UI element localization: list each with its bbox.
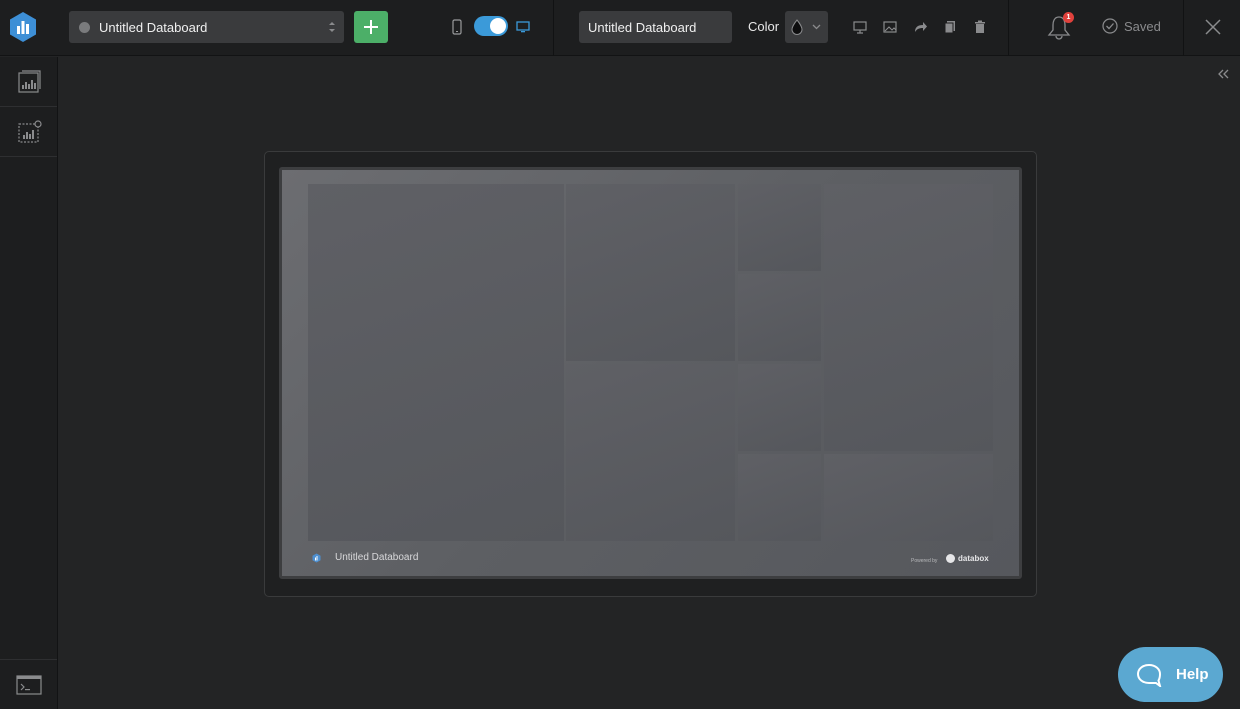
datablock-placeholder[interactable] (566, 364, 735, 541)
datablock-placeholder[interactable] (738, 274, 821, 361)
chevron-down-icon (812, 24, 821, 30)
datablock-placeholder[interactable] (566, 184, 735, 361)
device-view-toggle[interactable] (474, 16, 508, 36)
terminal-icon (15, 674, 42, 695)
mobile-icon[interactable] (451, 19, 463, 35)
custom-datablock-button[interactable] (0, 107, 57, 157)
databoard-name-input[interactable] (579, 11, 732, 43)
saved-status: Saved (1102, 18, 1161, 34)
brand-label: databox (958, 554, 989, 563)
top-bar: Untitled Databoard Color (0, 0, 1240, 56)
databoard-select[interactable]: Untitled Databoard (69, 11, 344, 43)
plus-icon (364, 20, 378, 34)
close-icon[interactable] (1204, 18, 1222, 36)
powered-by-label: Powered by (911, 558, 938, 564)
status-dot-icon (79, 21, 90, 33)
add-databoard-button[interactable] (354, 11, 388, 43)
datablock-placeholder[interactable] (824, 184, 993, 451)
datablock-placeholder[interactable] (308, 184, 564, 541)
divider (1008, 0, 1009, 56)
select-arrows-icon (329, 22, 335, 32)
image-icon[interactable] (882, 19, 898, 35)
trash-icon[interactable] (972, 19, 988, 35)
chevron-double-left-icon[interactable] (1216, 67, 1230, 81)
presentation-icon[interactable] (852, 19, 868, 35)
databox-logo-icon[interactable] (8, 11, 38, 43)
desktop-icon[interactable] (516, 20, 530, 34)
help-button[interactable]: Help (1118, 647, 1223, 702)
databox-brand-icon (946, 554, 955, 563)
notification-badge: 1 (1063, 12, 1074, 23)
datablock-placeholder[interactable] (824, 454, 993, 541)
datablock-placeholder[interactable] (738, 454, 821, 541)
check-circle-icon (1102, 18, 1118, 34)
chat-bubble-icon (1136, 663, 1162, 687)
databox-logo-icon (312, 553, 321, 563)
databoard-select-label: Untitled Databoard (99, 19, 208, 35)
toggle-knob (490, 18, 506, 34)
databox-brand: databox (946, 554, 989, 563)
datablock-library-button[interactable] (0, 57, 57, 107)
droplet-icon (791, 19, 803, 35)
color-label: Color (748, 19, 780, 34)
share-icon[interactable] (912, 19, 928, 35)
divider (1183, 0, 1184, 56)
saved-label: Saved (1124, 18, 1161, 34)
preview-title: Untitled Databoard (335, 552, 419, 563)
divider (553, 0, 554, 56)
datablock-placeholder[interactable] (738, 184, 821, 271)
copy-icon[interactable] (942, 19, 958, 35)
left-sidebar (0, 57, 58, 709)
custom-datablock-icon (17, 119, 42, 143)
datablock-library-icon (17, 69, 41, 93)
color-dropdown[interactable] (785, 11, 828, 43)
terminal-button[interactable] (0, 659, 57, 709)
datablock-placeholder[interactable] (738, 364, 821, 451)
help-label: Help (1176, 666, 1209, 683)
